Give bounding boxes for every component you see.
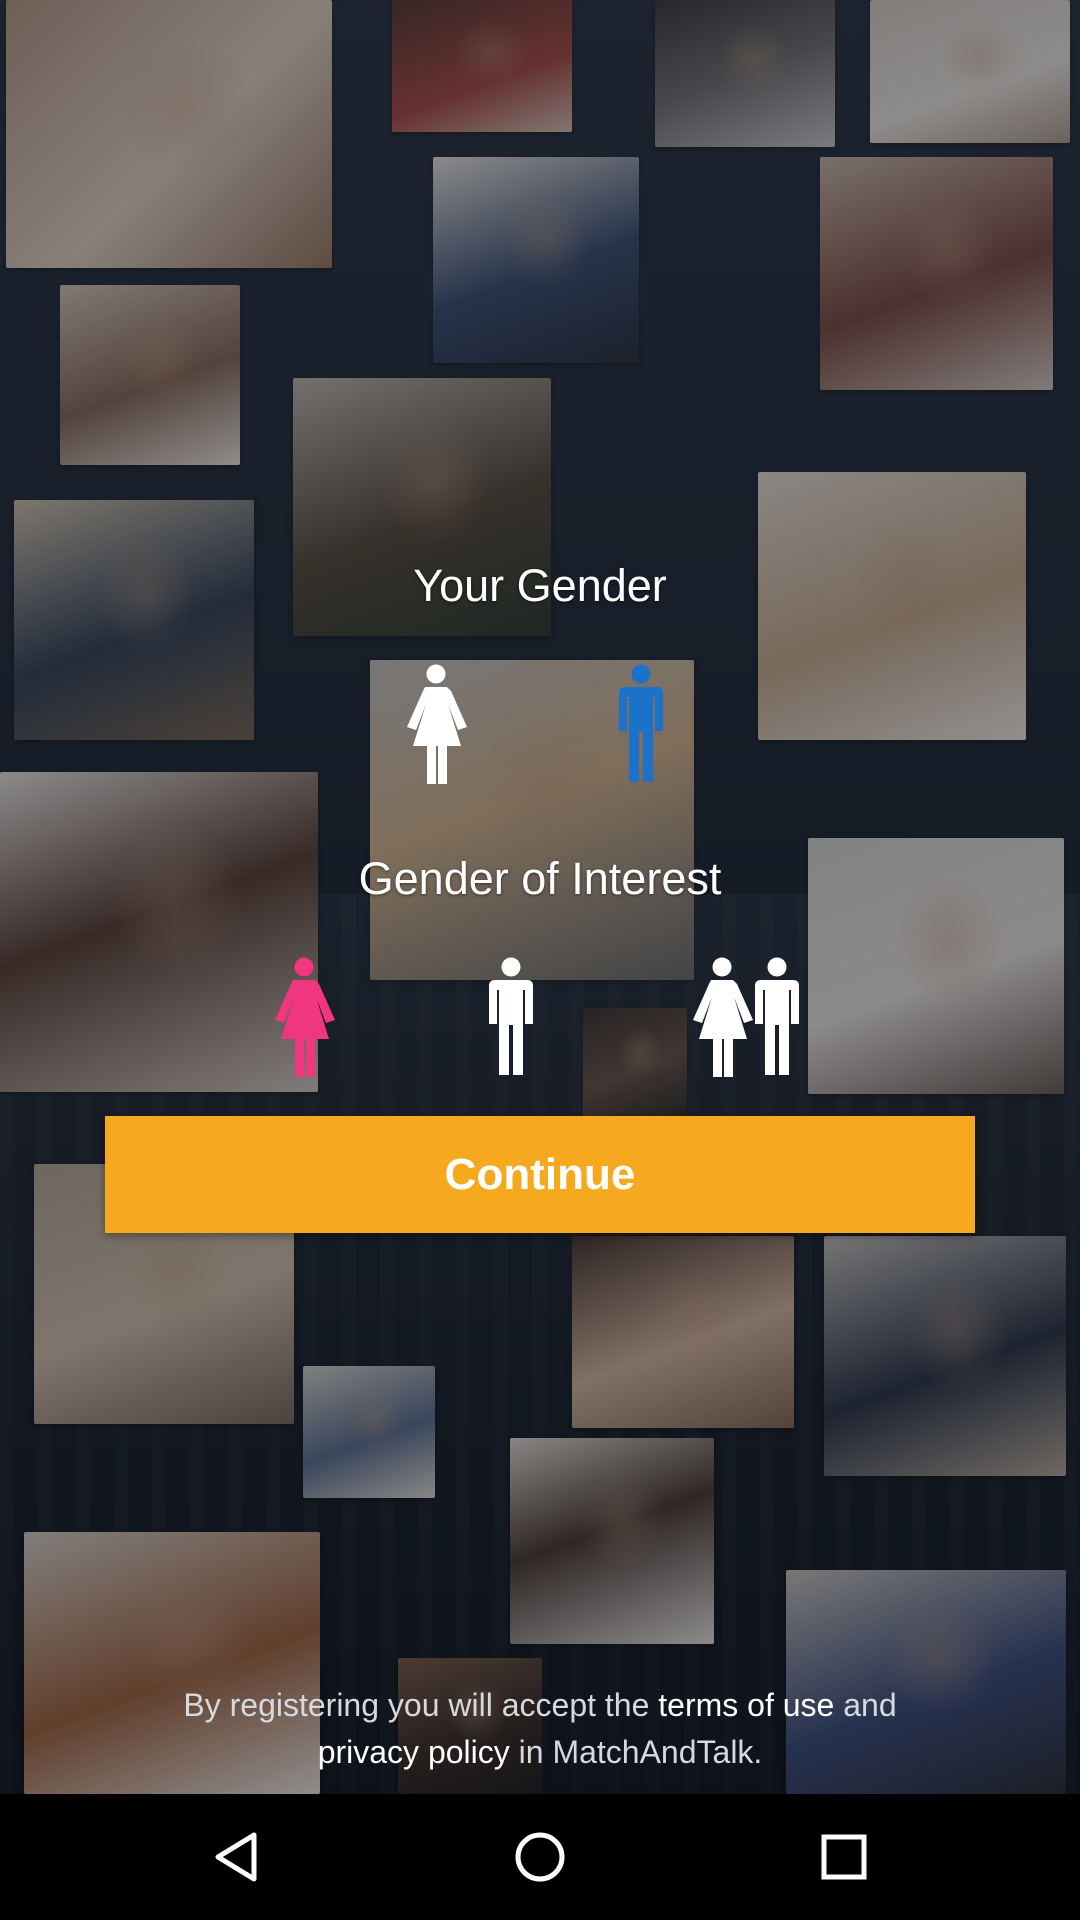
home-icon: [515, 1832, 565, 1882]
male-icon: [619, 664, 663, 782]
legal-and: and: [843, 1687, 897, 1723]
legal-suffix: in MatchAndTalk.: [518, 1734, 763, 1770]
privacy-policy-link[interactable]: privacy policy: [318, 1734, 510, 1770]
gender-of-interest-heading: Gender of Interest: [358, 853, 722, 904]
legal-notice: By registering you will accept the terms…: [0, 1682, 1080, 1776]
interest-female-button[interactable]: [263, 953, 345, 1077]
recents-icon: [821, 1834, 867, 1880]
your-gender-female-button[interactable]: [395, 660, 477, 784]
back-icon: [215, 1832, 257, 1882]
female-icon: [275, 957, 335, 1077]
male-icon: [489, 957, 533, 1075]
couple-icon: [693, 957, 799, 1077]
continue-button[interactable]: Continue: [105, 1116, 975, 1233]
interest-male-button[interactable]: [470, 953, 552, 1077]
terms-of-use-link[interactable]: terms of use: [658, 1687, 834, 1723]
your-gender-male-button[interactable]: [600, 660, 682, 784]
nav-home-button[interactable]: [470, 1794, 610, 1920]
nav-back-button[interactable]: [166, 1794, 306, 1920]
nav-recents-button[interactable]: [774, 1794, 914, 1920]
female-icon: [407, 664, 467, 784]
interest-both-button[interactable]: [682, 953, 808, 1077]
your-gender-heading: Your Gender: [413, 560, 667, 611]
system-navigation-bar: [0, 1794, 1080, 1920]
legal-prefix: By registering you will accept the: [183, 1687, 650, 1723]
